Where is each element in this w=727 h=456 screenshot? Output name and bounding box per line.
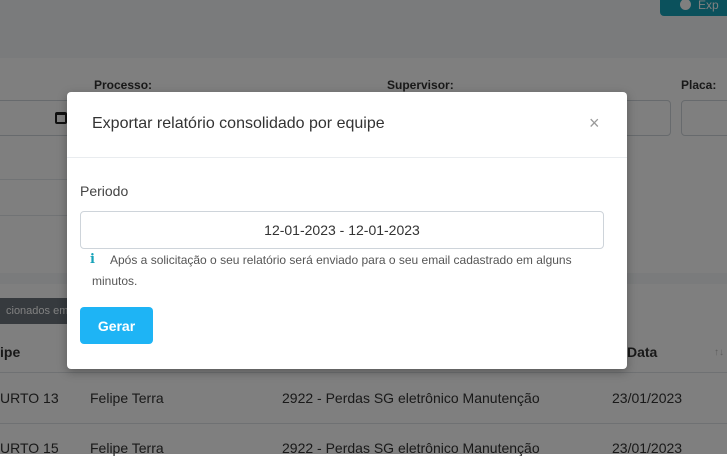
periodo-date-range-input[interactable] — [80, 211, 604, 249]
close-icon[interactable]: × — [589, 114, 600, 132]
export-modal: Exportar relatório consolidado por equip… — [67, 92, 627, 369]
info-message: Após a solicitação o seu relatório será … — [92, 253, 572, 288]
periodo-label: Periodo — [80, 183, 129, 199]
modal-header: Exportar relatório consolidado por equip… — [67, 92, 627, 158]
modal-title: Exportar relatório consolidado por equip… — [92, 115, 385, 132]
gerar-button[interactable]: Gerar — [80, 307, 153, 344]
